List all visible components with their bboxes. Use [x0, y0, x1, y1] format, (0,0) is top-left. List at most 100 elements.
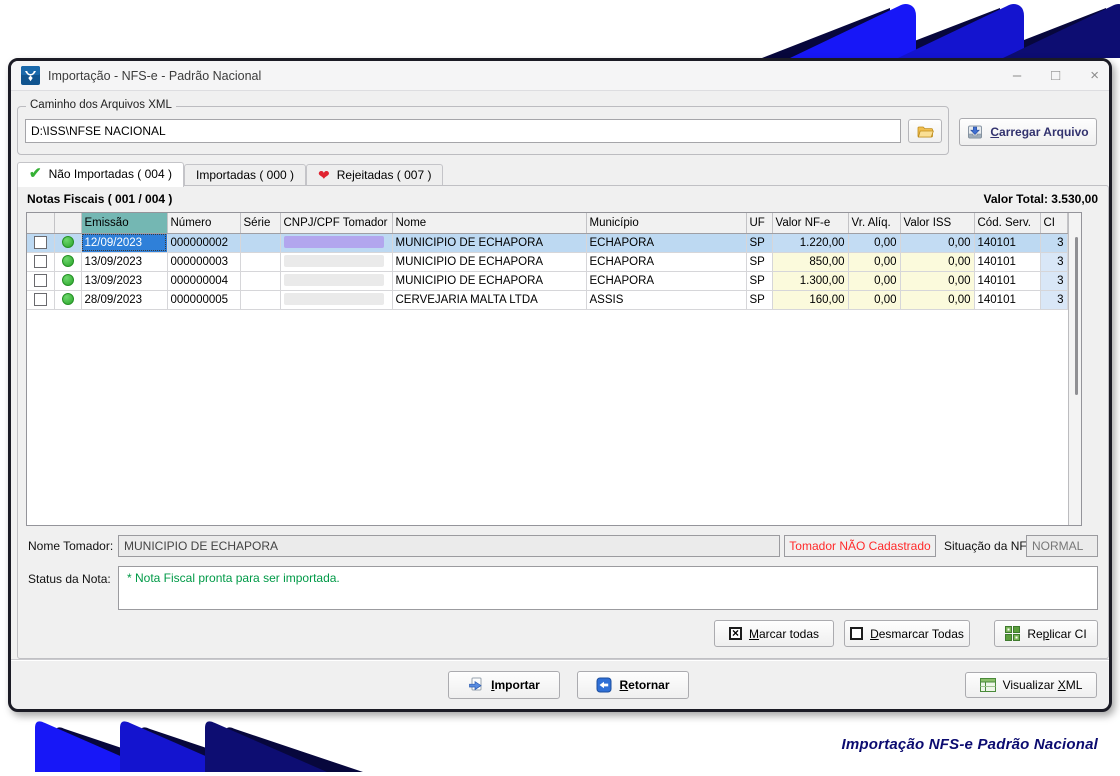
cell-cod_serv: 140101	[974, 233, 1040, 252]
decoration-top-right	[0, 0, 1120, 58]
status-dot-icon	[62, 293, 74, 305]
tab-nao-importadas[interactable]: ✔ Não Importadas ( 004 )	[17, 162, 184, 187]
import-icon	[468, 677, 484, 693]
app-logo-icon	[21, 66, 40, 85]
cell-emissao: 12/09/2023	[81, 233, 167, 252]
minimize-button[interactable]: –	[1013, 68, 1021, 83]
cell-valor_nfe: 850,00	[772, 252, 848, 271]
grid-scrollbar[interactable]	[1068, 213, 1082, 525]
xml-path-groupbox: Caminho dos Arquivos XML	[17, 106, 949, 155]
redacted-cnpj	[284, 274, 385, 286]
scrollbar-thumb[interactable]	[1075, 237, 1078, 395]
cell-serie	[240, 290, 280, 309]
title-bar: Importação - NFS-e - Padrão Nacional – □…	[11, 61, 1109, 91]
row-checkbox[interactable]	[34, 274, 47, 287]
cell-uf: SP	[746, 233, 772, 252]
cell-emissao: 28/09/2023	[81, 290, 167, 309]
importar-button[interactable]: Importar	[448, 671, 560, 699]
cell-municipio: ECHAPORA	[586, 252, 746, 271]
cell-cod_serv: 140101	[974, 290, 1040, 309]
load-file-button[interactable]: Carregar Arquivo	[959, 118, 1097, 146]
tomador-row: Nome Tomador: Tomador NÃO Cadastrado Sit…	[18, 534, 1108, 558]
status-dot-icon	[62, 274, 74, 286]
column-header[interactable]: Cód. Serv.	[974, 213, 1040, 233]
cell-vr_aliq: 0,00	[848, 252, 900, 271]
grid-body: 12/09/2023000000002 MUNICIPIO DE ECHAPORA…	[27, 233, 1067, 309]
situacao-nf-value: NORMAL	[1026, 535, 1098, 557]
column-header[interactable]	[54, 213, 81, 233]
cell-ci: 3	[1040, 271, 1067, 290]
retornar-button[interactable]: Retornar	[577, 671, 689, 699]
cell-valor_nfe: 1.300,00	[772, 271, 848, 290]
invoice-table: EmissãoNúmeroSérieCNPJ/CPF TomadorNomeMu…	[27, 213, 1068, 310]
cell-nome: MUNICIPIO DE ECHAPORA	[392, 252, 586, 271]
maximize-button[interactable]: □	[1051, 68, 1060, 83]
tab-label: Importadas ( 000 )	[196, 168, 294, 182]
cell-numero: 000000002	[167, 233, 240, 252]
load-file-icon	[967, 124, 983, 140]
column-header[interactable]: Emissão	[81, 213, 167, 233]
red-heart-icon: ❤	[318, 169, 330, 181]
nome-tomador-field[interactable]	[118, 535, 780, 557]
cell-serie	[240, 252, 280, 271]
column-header[interactable]: Nome	[392, 213, 586, 233]
column-header[interactable]	[27, 213, 54, 233]
column-header[interactable]: Município	[586, 213, 746, 233]
footer-bar: Importar Retornar Visualizar XML	[11, 659, 1109, 709]
nome-tomador-label: Nome Tomador:	[28, 539, 113, 553]
invoice-grid: EmissãoNúmeroSérieCNPJ/CPF TomadorNomeMu…	[26, 212, 1082, 526]
total-value-label: Valor Total: 3.530,00	[984, 192, 1099, 206]
cell-nome: CERVEJARIA MALTA LTDA	[392, 290, 586, 309]
table-row[interactable]: 12/09/2023000000002MUNICIPIO DE ECHAPORA…	[27, 233, 1067, 252]
tab-bar: ✔ Não Importadas ( 004 ) Importadas ( 00…	[17, 161, 443, 186]
status-nota-box: * Nota Fiscal pronta para ser importada.	[118, 566, 1098, 610]
status-nota-label: Status da Nota:	[28, 572, 111, 586]
cell-valor_iss: 0,00	[900, 233, 974, 252]
redacted-cnpj	[284, 293, 385, 305]
tab-importadas[interactable]: Importadas ( 000 )	[184, 164, 306, 186]
notes-count-title: Notas Fiscais ( 001 / 004 )	[27, 192, 172, 206]
cell-vr_aliq: 0,00	[848, 233, 900, 252]
row-checkbox[interactable]	[34, 293, 47, 306]
close-button[interactable]: ×	[1090, 68, 1099, 83]
column-header[interactable]: Valor ISS	[900, 213, 974, 233]
status-dot-icon	[62, 255, 74, 267]
table-row[interactable]: 28/09/2023000000005 CERVEJARIA MALTA LTDA…	[27, 290, 1067, 309]
row-checkbox[interactable]	[34, 255, 47, 268]
replicar-ci-button[interactable]: Replicar CI	[994, 620, 1098, 647]
table-row[interactable]: 13/09/2023000000004MUNICIPIO DE ECHAPORA…	[27, 271, 1067, 290]
table-row[interactable]: 13/09/2023000000003MUNICIPIO DE ECHAPORA…	[27, 252, 1067, 271]
tab-label: Rejeitadas ( 007 )	[337, 168, 432, 182]
unchecked-box-icon	[850, 627, 863, 640]
window-controls: – □ ×	[1013, 68, 1099, 83]
row-checkbox[interactable]	[34, 236, 47, 249]
xml-path-input[interactable]	[25, 119, 901, 143]
status-dot-icon	[62, 236, 74, 248]
cell-uf: SP	[746, 252, 772, 271]
column-header[interactable]: CI	[1040, 213, 1067, 233]
cell-emissao: 13/09/2023	[81, 271, 167, 290]
column-header[interactable]: Vr. Alíq.	[848, 213, 900, 233]
desmarcar-todas-button[interactable]: Desmarcar Todas	[844, 620, 970, 647]
cell-valor_iss: 0,00	[900, 252, 974, 271]
return-icon	[596, 677, 612, 693]
grid-header: EmissãoNúmeroSérieCNPJ/CPF TomadorNomeMu…	[27, 213, 1067, 233]
tab-rejeitadas[interactable]: ❤ Rejeitadas ( 007 )	[306, 164, 443, 186]
column-header[interactable]: Valor NF-e	[772, 213, 848, 233]
folder-icon	[917, 124, 934, 139]
cell-numero: 000000005	[167, 290, 240, 309]
cell-municipio: ECHAPORA	[586, 233, 746, 252]
notes-panel: Notas Fiscais ( 001 / 004 ) Valor Total:…	[17, 185, 1109, 659]
column-header[interactable]: UF	[746, 213, 772, 233]
visualizar-xml-button[interactable]: Visualizar XML	[965, 672, 1097, 698]
tomador-nao-cadastrado-badge: Tomador NÃO Cadastrado	[784, 535, 936, 557]
browse-folder-button[interactable]	[908, 119, 942, 143]
column-header[interactable]: Série	[240, 213, 280, 233]
column-header[interactable]: CNPJ/CPF Tomador	[280, 213, 392, 233]
cell-vr_aliq: 0,00	[848, 290, 900, 309]
column-header[interactable]: Número	[167, 213, 240, 233]
cell-valor_nfe: 1.220,00	[772, 233, 848, 252]
selection-buttons-row: × Marcar todas Desmarcar Todas Replicar …	[18, 620, 1108, 650]
marcar-todas-button[interactable]: × Marcar todas	[714, 620, 834, 647]
xml-path-group-label: Caminho dos Arquivos XML	[26, 99, 176, 111]
